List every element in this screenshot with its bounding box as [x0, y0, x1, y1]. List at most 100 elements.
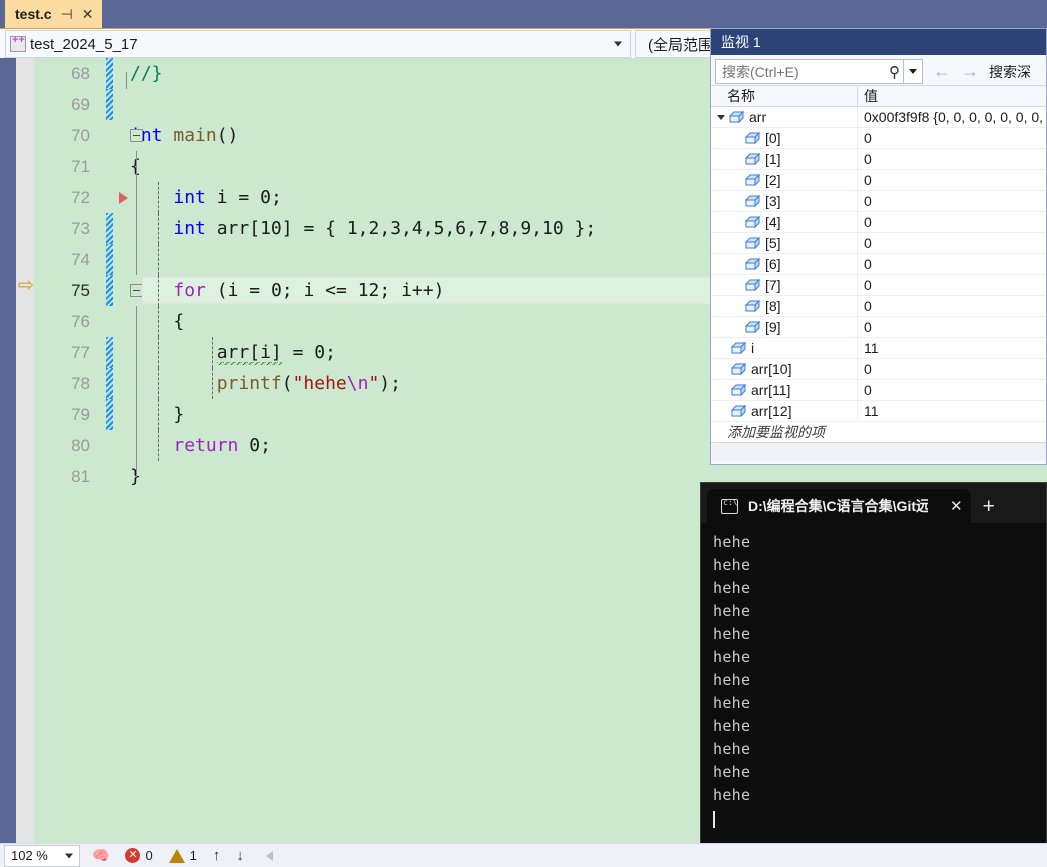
- line-number: 69: [71, 94, 90, 114]
- watch-row[interactable]: [4] 0: [711, 211, 1046, 233]
- fold-guide: [126, 72, 127, 89]
- watch-row[interactable]: [0] 0: [711, 127, 1046, 149]
- fold-guide: [136, 182, 137, 213]
- watch-row[interactable]: [5] 0: [711, 232, 1046, 254]
- console-tab-title: D:\编程合集\C语言合集\Git远: [748, 498, 928, 514]
- watch-row[interactable]: [9] 0: [711, 316, 1046, 338]
- watch-row-name-cell: [7]: [711, 277, 857, 293]
- arrow-down-icon: ↓: [236, 847, 244, 864]
- document-tab-test-c[interactable]: test.c ⊣ ✕: [5, 0, 102, 28]
- watch-row-value[interactable]: 0: [857, 127, 1046, 149]
- watch-row-value[interactable]: 0: [857, 190, 1046, 212]
- watch-row-value[interactable]: 11: [857, 337, 1046, 359]
- console-output-line: hehe: [713, 763, 751, 781]
- console-output-line: hehe: [713, 556, 751, 574]
- prev-issue-button[interactable]: ↑: [213, 847, 221, 864]
- arrow-right-icon[interactable]: →: [961, 61, 979, 82]
- scroll-left-icon[interactable]: [265, 850, 273, 861]
- watch-search-box[interactable]: ⚲: [715, 59, 923, 84]
- search-input[interactable]: [722, 63, 892, 80]
- console-tab[interactable]: D:\编程合集\C语言合集\Git远 ✕: [707, 489, 971, 523]
- watch-row-value[interactable]: 0: [857, 253, 1046, 275]
- console-output-line: hehe: [713, 625, 751, 643]
- watch-row-value[interactable]: 0: [857, 274, 1046, 296]
- chevron-down-icon[interactable]: [65, 853, 73, 858]
- plus-icon[interactable]: +: [983, 495, 995, 519]
- line-number: 78: [71, 373, 90, 393]
- line-number: 75: [71, 280, 90, 300]
- watch-row-name: [0]: [765, 130, 781, 146]
- watch-row-value[interactable]: 0x00f3f9f8 {0, 0, 0, 0, 0, 0, 0, ..: [857, 106, 1046, 128]
- arrow-left-icon[interactable]: ←: [933, 61, 951, 82]
- watch-row[interactable]: arr[10] 0: [711, 358, 1046, 380]
- watch-row-value[interactable]: 0: [857, 295, 1046, 317]
- watch-window-titlebar[interactable]: 监视 1: [711, 29, 1046, 55]
- document-tab-label: test.c: [15, 6, 52, 22]
- close-icon[interactable]: ✕: [938, 497, 963, 515]
- watch-row[interactable]: [3] 0: [711, 190, 1046, 212]
- watch-row-value[interactable]: 0: [857, 232, 1046, 254]
- watch-row[interactable]: i 11: [711, 337, 1046, 359]
- watch-toolbar: ⚲ ← → 搜索深: [711, 55, 1046, 85]
- watch-row-name: i: [751, 340, 755, 356]
- chevron-down-icon[interactable]: [614, 41, 622, 47]
- fold-collapse-box[interactable]: [130, 129, 143, 142]
- watch-filler: [711, 443, 1046, 461]
- watch-row-name-cell: arr[11]: [711, 382, 857, 398]
- close-icon[interactable]: ✕: [82, 7, 94, 21]
- indent-guide: [158, 430, 159, 461]
- indent-guide: [212, 368, 213, 399]
- watch-row-value[interactable]: 0: [857, 211, 1046, 233]
- console-output[interactable]: hehe hehe hehe hehe hehe hehe hehe hehe hehe hehe…: [701, 523, 1046, 866]
- project-scope-dropdown[interactable]: test_2024_5_17: [5, 30, 631, 58]
- console-window[interactable]: D:\编程合集\C语言合集\Git远 ✕ + heheheheheheheheh…: [700, 482, 1047, 867]
- code-text: int i = 0;: [173, 187, 282, 208]
- pin-icon[interactable]: ⊣: [61, 7, 73, 21]
- watch-row[interactable]: arr[11] 0: [711, 379, 1046, 401]
- watch-row[interactable]: [2] 0: [711, 169, 1046, 191]
- fold-guide: [136, 244, 137, 275]
- console-cursor: [713, 811, 715, 828]
- watch-row[interactable]: arr[12] 11: [711, 400, 1046, 422]
- watch-row-value[interactable]: 0: [857, 316, 1046, 338]
- expand-collapse-triangle-icon[interactable]: [717, 114, 725, 120]
- watch-row-value[interactable]: 11: [857, 400, 1046, 422]
- indent-guide: [158, 306, 159, 337]
- watch-row-value[interactable]: 0: [857, 169, 1046, 191]
- line-number: 76: [71, 311, 90, 331]
- watch-row-value[interactable]: 0: [857, 358, 1046, 380]
- variable-cube-icon: [745, 299, 760, 313]
- column-header-name[interactable]: 名称: [711, 86, 857, 106]
- watch-row[interactable]: [1] 0: [711, 148, 1046, 170]
- next-issue-button[interactable]: ↓: [236, 847, 244, 864]
- warning-count-item[interactable]: 1: [168, 848, 197, 863]
- code-text: int main(): [130, 125, 239, 146]
- watch-row-name-cell: arr[12]: [711, 403, 857, 419]
- search-depth-label: 搜索深: [989, 63, 1031, 80]
- watch-row-value[interactable]: 0: [857, 148, 1046, 170]
- variable-cube-icon: [745, 257, 760, 271]
- watch-row[interactable]: [7] 0: [711, 274, 1046, 296]
- watch-row-value[interactable]: 0: [857, 379, 1046, 401]
- error-count-item[interactable]: ✕ 0: [125, 848, 153, 863]
- watch-row[interactable]: arr 0x00f3f9f8 {0, 0, 0, 0, 0, 0, 0, ..: [711, 106, 1046, 128]
- watch-row-name: [5]: [765, 235, 781, 251]
- column-header-value[interactable]: 值: [857, 86, 1046, 106]
- watch-row-name-cell: i: [711, 340, 857, 356]
- breakpoint-glyph-icon[interactable]: [119, 192, 128, 204]
- watch-window[interactable]: 监视 1 ⚲ ← → 搜索深 名称 值 arr 0x00f3f9f8 {0, 0,…: [710, 28, 1047, 465]
- indent-guide: [212, 337, 213, 368]
- line-number: 80: [71, 435, 90, 455]
- zoom-level-dropdown[interactable]: 102 %: [4, 844, 80, 867]
- line-number: 79: [71, 404, 90, 424]
- breakpoint-gutter[interactable]: [16, 58, 34, 843]
- intellicode-icon[interactable]: 🧠: [92, 847, 109, 864]
- watch-add-item-row[interactable]: 添加要监视的项: [711, 422, 1046, 443]
- watch-row[interactable]: [6] 0: [711, 253, 1046, 275]
- console-output-line: hehe: [713, 671, 751, 689]
- line-number: 74: [71, 249, 90, 269]
- watch-row[interactable]: [8] 0: [711, 295, 1046, 317]
- search-icon[interactable]: ⚲: [889, 63, 900, 81]
- unsaved-change-marker: [106, 89, 113, 120]
- search-options-dropdown[interactable]: [903, 60, 922, 83]
